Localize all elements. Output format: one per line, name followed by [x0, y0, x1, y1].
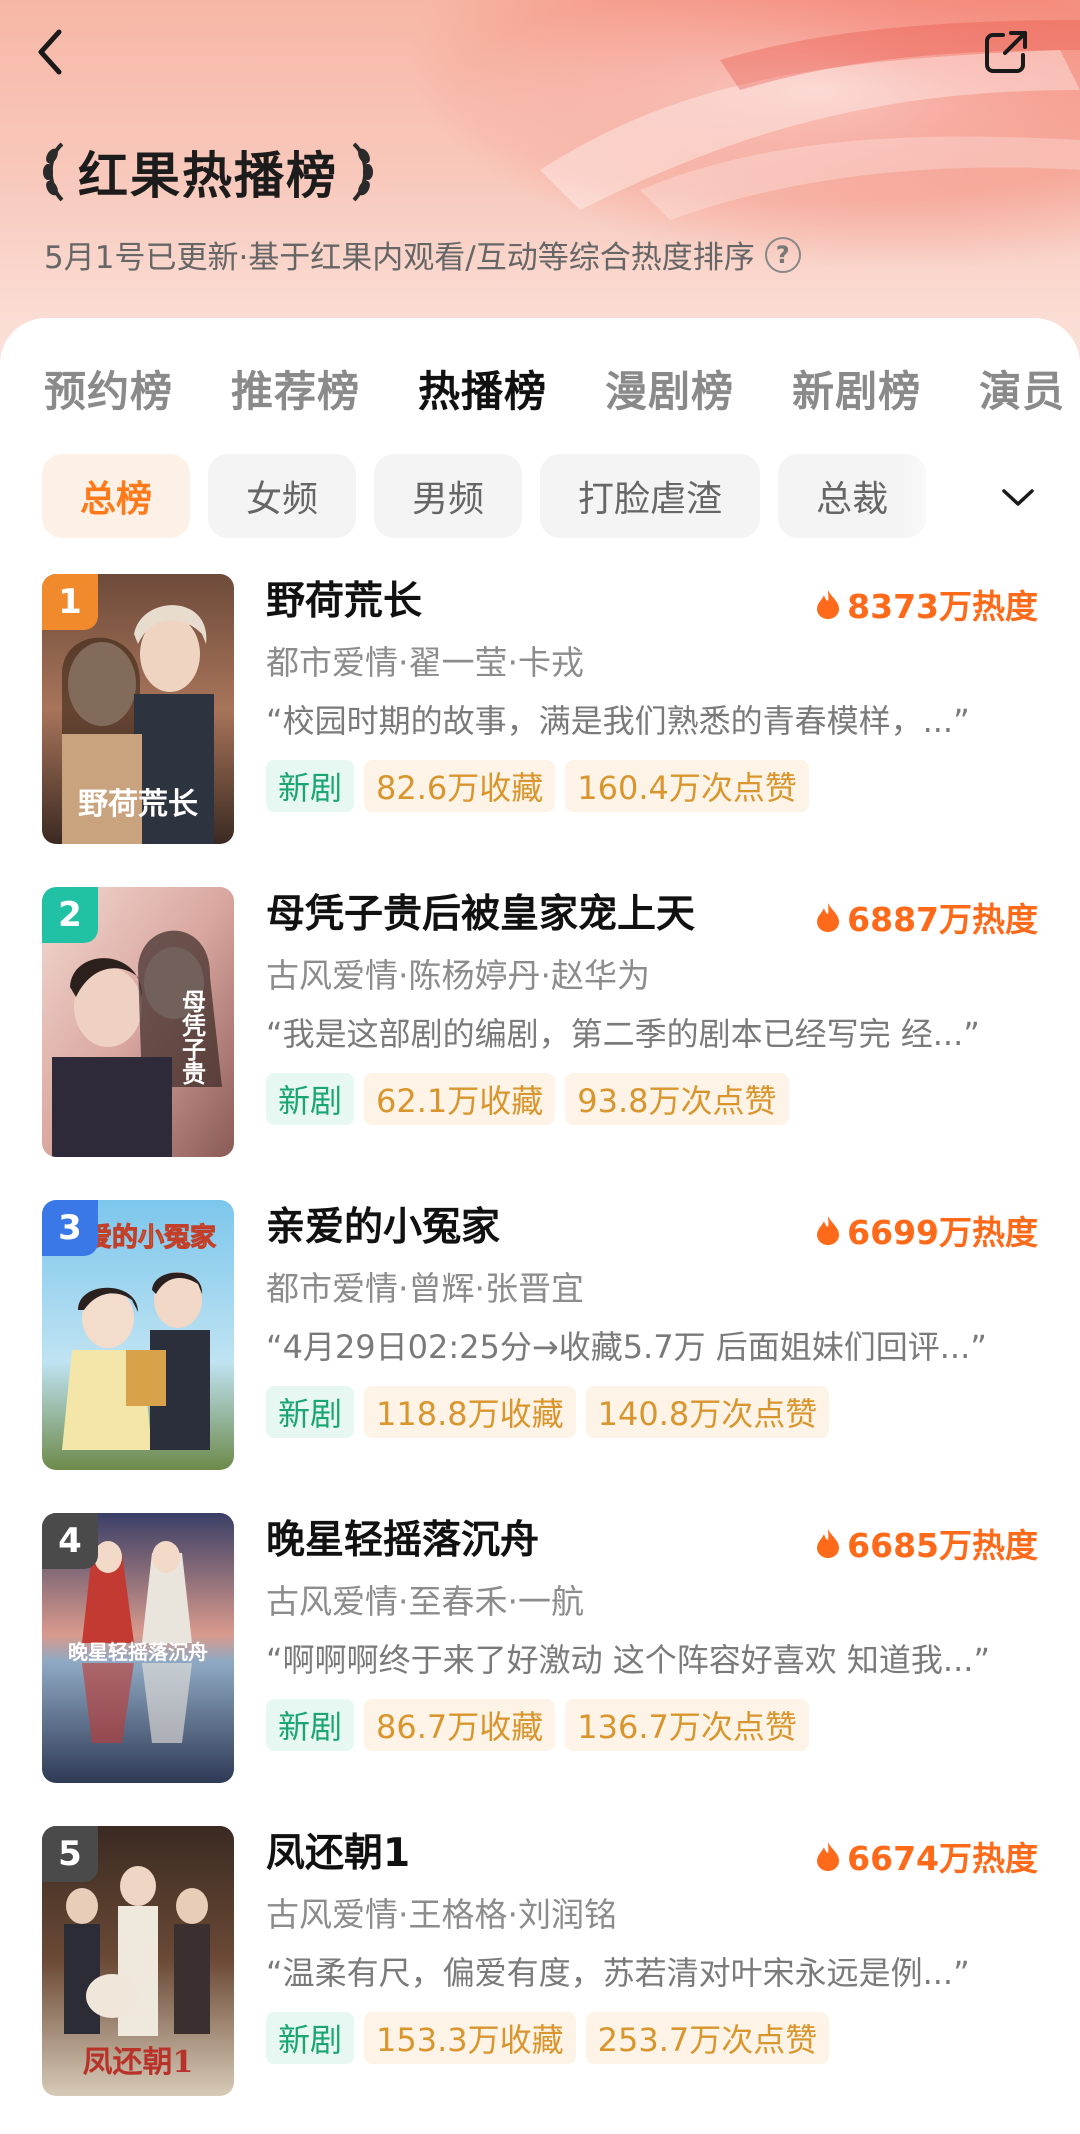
favorites-badge: 118.8万收藏	[364, 1386, 576, 1438]
comment-quote: “啊啊啊终于来了好激动 这个阵容好喜欢 知道我...”	[266, 1641, 991, 1679]
heat-score: 6685万热度	[815, 1519, 1038, 1567]
heat-score: 8373万热度	[815, 580, 1038, 628]
poster-image[interactable]: 凤还朝1 5	[42, 1826, 234, 2096]
badge-row: 新剧 86.7万收藏 136.7万次点赞	[266, 1699, 1046, 1751]
chip-male[interactable]: 男频	[374, 454, 523, 538]
heat-value: 6887万热度	[847, 900, 1038, 939]
tab-actor[interactable]: 演员	[979, 358, 1065, 419]
poster-title-text: 凤还朝1	[83, 2045, 194, 2080]
flame-icon	[817, 1216, 840, 1245]
page-title-row: 红果热播榜	[40, 136, 376, 208]
rank-badge: 4	[42, 1513, 98, 1569]
list-item[interactable]: 亲爱的小冤家 3 亲爱的小冤家 6699万热度 都市爱情·曾辉·张晋宜 “4月2…	[0, 1200, 1080, 1513]
item-info: 野荷荒长 8373万热度 都市爱情·翟一莹·卡戎 “校园时期的故事，满是我们熟悉…	[266, 574, 1046, 812]
expand-chips-button[interactable]	[990, 470, 1046, 526]
poster-title-text: 野荷荒长	[78, 787, 198, 822]
poster-image[interactable]: 晚星轻摇落沉舟 4	[42, 1513, 234, 1783]
genre-cast: 都市爱情·曾辉·张晋宜	[266, 1269, 584, 1308]
share-button[interactable]	[980, 26, 1032, 78]
chip-revenge[interactable]: 打脸虐渣	[540, 454, 761, 538]
tab-comic[interactable]: 漫剧榜	[605, 358, 734, 419]
favorites-badge: 82.6万收藏	[364, 760, 556, 812]
genre-cast: 都市爱情·翟一莹·卡戎	[266, 643, 584, 682]
tab-hot[interactable]: 热播榜	[418, 358, 547, 419]
flame-icon	[817, 903, 840, 932]
favorites-badge: 62.1万收藏	[364, 1073, 556, 1125]
badge-row: 新剧 153.3万收藏 253.7万次点赞	[266, 2012, 1046, 2064]
chevron-down-icon	[1002, 489, 1034, 506]
item-info: 亲爱的小冤家 6699万热度 都市爱情·曾辉·张晋宜 “4月29日02:25分→…	[266, 1200, 1046, 1438]
heat-value: 6674万热度	[847, 1839, 1038, 1878]
ranking-panel: 预约榜 推荐榜 热播榜 漫剧榜 新剧榜 演员 总榜 女频 男频 打脸虐渣 总裁	[0, 318, 1080, 2134]
page-title: 红果热播榜	[78, 147, 338, 205]
poster-image[interactable]: 母凭子贵 2	[42, 887, 234, 1157]
chips-fade	[900, 454, 990, 540]
list-item[interactable]: 野荷荒长 1 野荷荒长 8373万热度 都市爱情·翟一莹·卡戎 “校园时期的故事…	[0, 574, 1080, 887]
heat-score: 6674万热度	[815, 1832, 1038, 1880]
poster-title-text: 晚星轻摇落沉舟	[68, 1640, 208, 1664]
update-subtitle: 5月1号已更新·基于红果内观看/互动等综合热度排序	[44, 240, 755, 276]
poster-image[interactable]: 亲爱的小冤家 3	[42, 1200, 234, 1470]
heat-value: 6685万热度	[847, 1526, 1038, 1565]
likes-badge: 136.7万次点赞	[565, 1699, 809, 1751]
new-badge: 新剧	[266, 760, 355, 812]
comment-quote: “4月29日02:25分→收藏5.7万 后面姐妹们回评...”	[266, 1328, 987, 1366]
laurel-right-icon	[352, 142, 373, 202]
comment-quote: “温柔有尺，偏爱有度，苏若清对叶宋永远是例...”	[266, 1954, 970, 1992]
heat-value: 6699万热度	[847, 1213, 1038, 1252]
tab-new[interactable]: 新剧榜	[792, 358, 921, 419]
genre-cast: 古风爱情·王格格·刘润铭	[266, 1895, 617, 1934]
favorites-badge: 86.7万收藏	[364, 1699, 556, 1751]
ranking-list: 野荷荒长 1 野荷荒长 8373万热度 都市爱情·翟一莹·卡戎 “校园时期的故事…	[0, 574, 1080, 2134]
tab-recommend[interactable]: 推荐榜	[231, 358, 360, 419]
chevron-left-icon	[38, 29, 62, 75]
heat-value: 8373万热度	[847, 587, 1038, 626]
likes-badge: 140.8万次点赞	[585, 1386, 830, 1438]
rank-badge: 5	[42, 1826, 98, 1882]
list-item[interactable]: 晚星轻摇落沉舟 4 晚星轻摇落沉舟 6685万热度 古风爱情·至春禾·一航 “啊…	[0, 1513, 1080, 1826]
chip-all[interactable]: 总榜	[42, 454, 191, 538]
item-info: 凤还朝1 6674万热度 古风爱情·王格格·刘润铭 “温柔有尺，偏爱有度，苏若清…	[266, 1826, 1046, 2064]
rank-badge: 2	[42, 887, 98, 943]
flame-icon	[817, 590, 840, 619]
item-info: 母凭子贵后被皇家宠上天 6887万热度 古风爱情·陈杨婷丹·赵华为 “我是这部剧…	[266, 887, 1046, 1125]
help-icon[interactable]: ?	[764, 236, 801, 273]
new-badge: 新剧	[266, 1386, 355, 1438]
flame-icon	[817, 1842, 840, 1871]
list-item[interactable]: 凤还朝1 5 凤还朝1 6674万热度 古风爱情·王格格·刘润铭 “温柔有尺，偏…	[0, 1826, 1080, 2134]
genre-cast: 古风爱情·陈杨婷丹·赵华为	[266, 956, 650, 995]
tab-reservation[interactable]: 预约榜	[44, 358, 173, 419]
comment-quote: “校园时期的故事，满是我们熟悉的青春模样，...”	[266, 702, 970, 740]
likes-badge: 93.8万次点赞	[565, 1073, 789, 1125]
back-button[interactable]	[24, 26, 76, 78]
badge-row: 新剧 82.6万收藏 160.4万次点赞	[266, 760, 1046, 812]
share-icon	[985, 31, 1027, 73]
poster-image[interactable]: 野荷荒长 1	[42, 574, 234, 844]
new-badge: 新剧	[266, 2012, 355, 2064]
likes-badge: 253.7万次点赞	[585, 2012, 830, 2064]
likes-badge: 160.4万次点赞	[565, 760, 809, 812]
list-item[interactable]: 母凭子贵 2 母凭子贵后被皇家宠上天 6887万热度 古风爱情·陈杨婷丹·赵华为…	[0, 887, 1080, 1200]
rank-badge: 3	[42, 1200, 98, 1256]
item-info: 晚星轻摇落沉舟 6685万热度 古风爱情·至春禾·一航 “啊啊啊终于来了好激动 …	[266, 1513, 1046, 1751]
rank-badge: 1	[42, 574, 98, 630]
poster-title-text: 母凭子贵	[178, 989, 207, 1086]
new-badge: 新剧	[266, 1073, 355, 1125]
chip-female[interactable]: 女频	[208, 454, 357, 538]
genre-cast: 古风爱情·至春禾·一航	[266, 1582, 584, 1621]
new-badge: 新剧	[266, 1699, 355, 1751]
laurel-left-icon	[43, 142, 64, 202]
heat-score: 6887万热度	[815, 893, 1038, 941]
favorites-badge: 153.3万收藏	[364, 2012, 576, 2064]
category-chips: 总榜 女频 男频 打脸虐渣 总裁	[42, 454, 942, 540]
ranking-tabs: 预约榜 推荐榜 热播榜 漫剧榜 新剧榜 演员	[44, 358, 1080, 419]
comment-quote: “我是这部剧的编剧，第二季的剧本已经写完 经...”	[266, 1015, 980, 1053]
heat-score: 6699万热度	[815, 1206, 1038, 1254]
badge-row: 新剧 118.8万收藏 140.8万次点赞	[266, 1386, 1046, 1438]
flame-icon	[817, 1529, 840, 1558]
subtitle-row: 5月1号已更新·基于红果内观看/互动等综合热度排序 ?	[44, 232, 801, 277]
badge-row: 新剧 62.1万收藏 93.8万次点赞	[266, 1073, 1046, 1125]
